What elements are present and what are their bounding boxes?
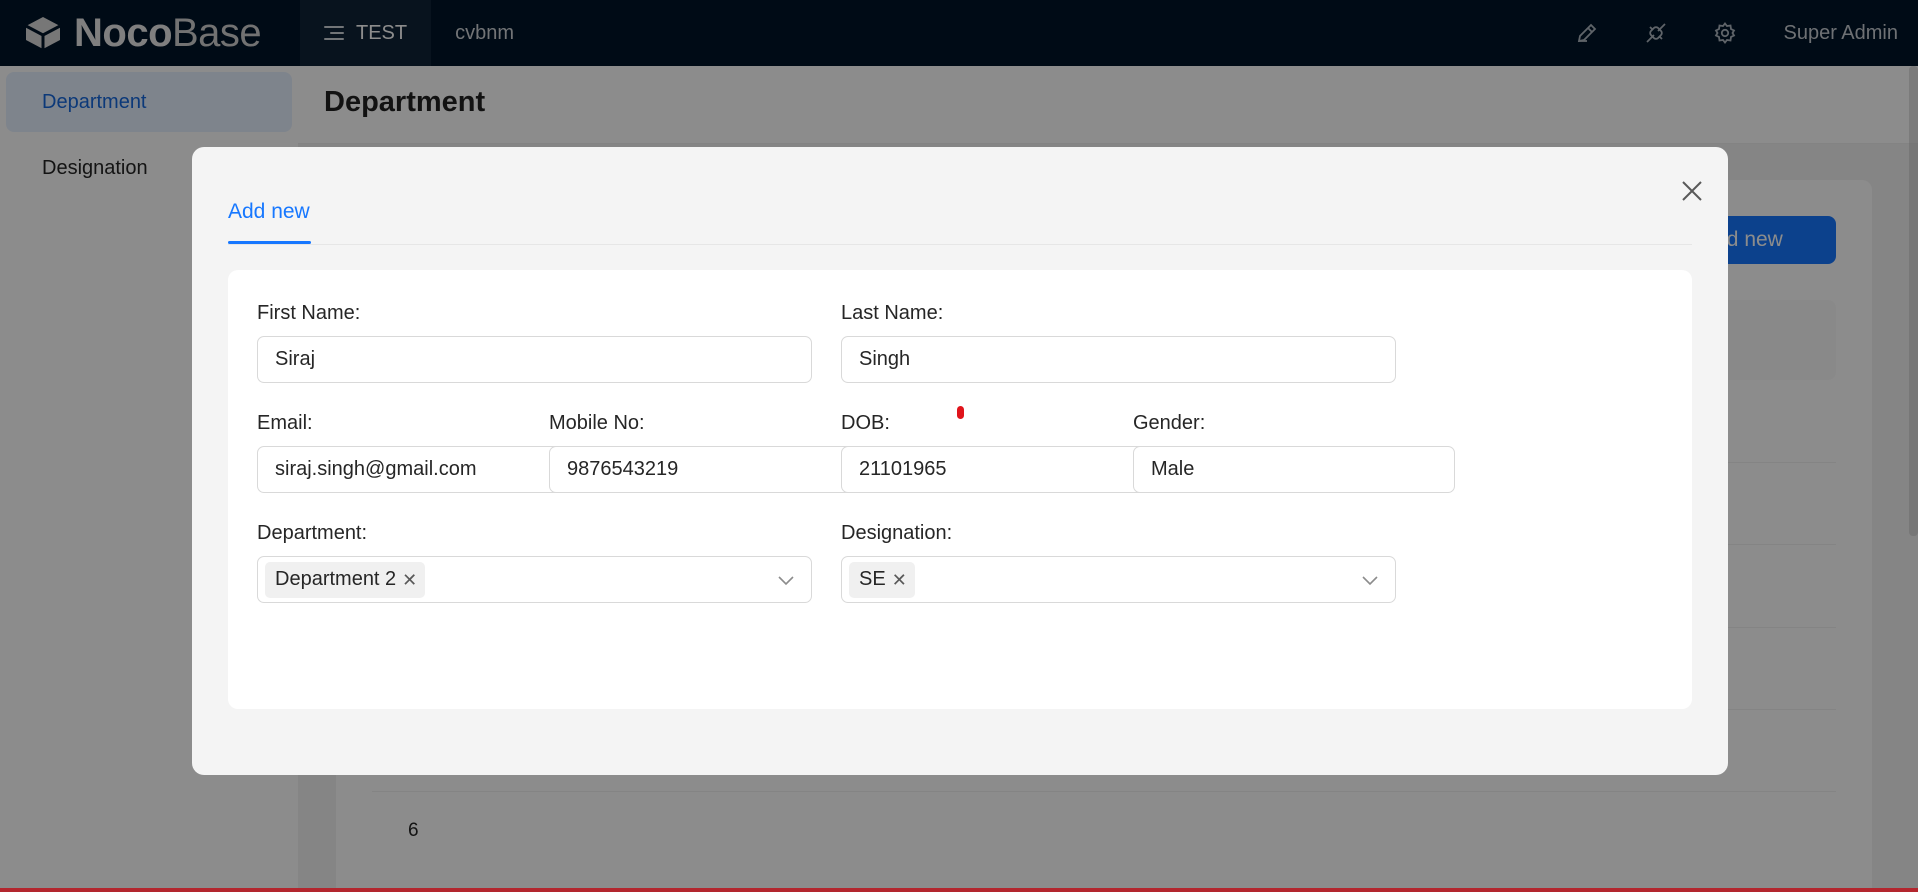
form-card: First Name: Last Name: Email: Mobile No:… (228, 270, 1692, 709)
mobile-input[interactable] (549, 446, 871, 493)
dob-input[interactable] (841, 446, 1163, 493)
dob-label: DOB: (841, 412, 890, 434)
email-label: Email: (257, 412, 313, 434)
gender-label: Gender: (1133, 412, 1206, 434)
cursor-marker (957, 406, 964, 419)
tag-remove-icon[interactable]: ✕ (892, 571, 907, 589)
tag-remove-icon[interactable]: ✕ (402, 571, 417, 589)
email-input[interactable] (257, 446, 579, 493)
first-name-input[interactable] (257, 336, 812, 383)
add-new-modal: Add new First Name: Last Name: Email: Mo… (192, 147, 1728, 775)
gender-input[interactable] (1133, 446, 1455, 493)
tag-label: Department 2 (275, 568, 397, 590)
tab-add-new[interactable]: Add new (228, 200, 310, 224)
tag-label: SE (859, 568, 886, 590)
last-name-label: Last Name: (841, 302, 944, 324)
bottom-border (0, 888, 1918, 892)
page-scrollbar[interactable] (1909, 66, 1918, 536)
department-tag: Department 2 ✕ (265, 561, 426, 598)
close-icon[interactable] (1676, 175, 1708, 207)
chevron-down-icon (1362, 576, 1378, 586)
designation-select[interactable]: SE ✕ (841, 556, 1396, 603)
tab-divider (228, 244, 1692, 245)
designation-label: Designation: (841, 522, 953, 544)
department-label: Department: (257, 522, 368, 544)
chevron-down-icon (778, 576, 794, 586)
first-name-label: First Name: (257, 302, 361, 324)
last-name-input[interactable] (841, 336, 1396, 383)
mobile-label: Mobile No: (549, 412, 645, 434)
department-select[interactable]: Department 2 ✕ (257, 556, 812, 603)
designation-tag: SE ✕ (849, 561, 915, 598)
